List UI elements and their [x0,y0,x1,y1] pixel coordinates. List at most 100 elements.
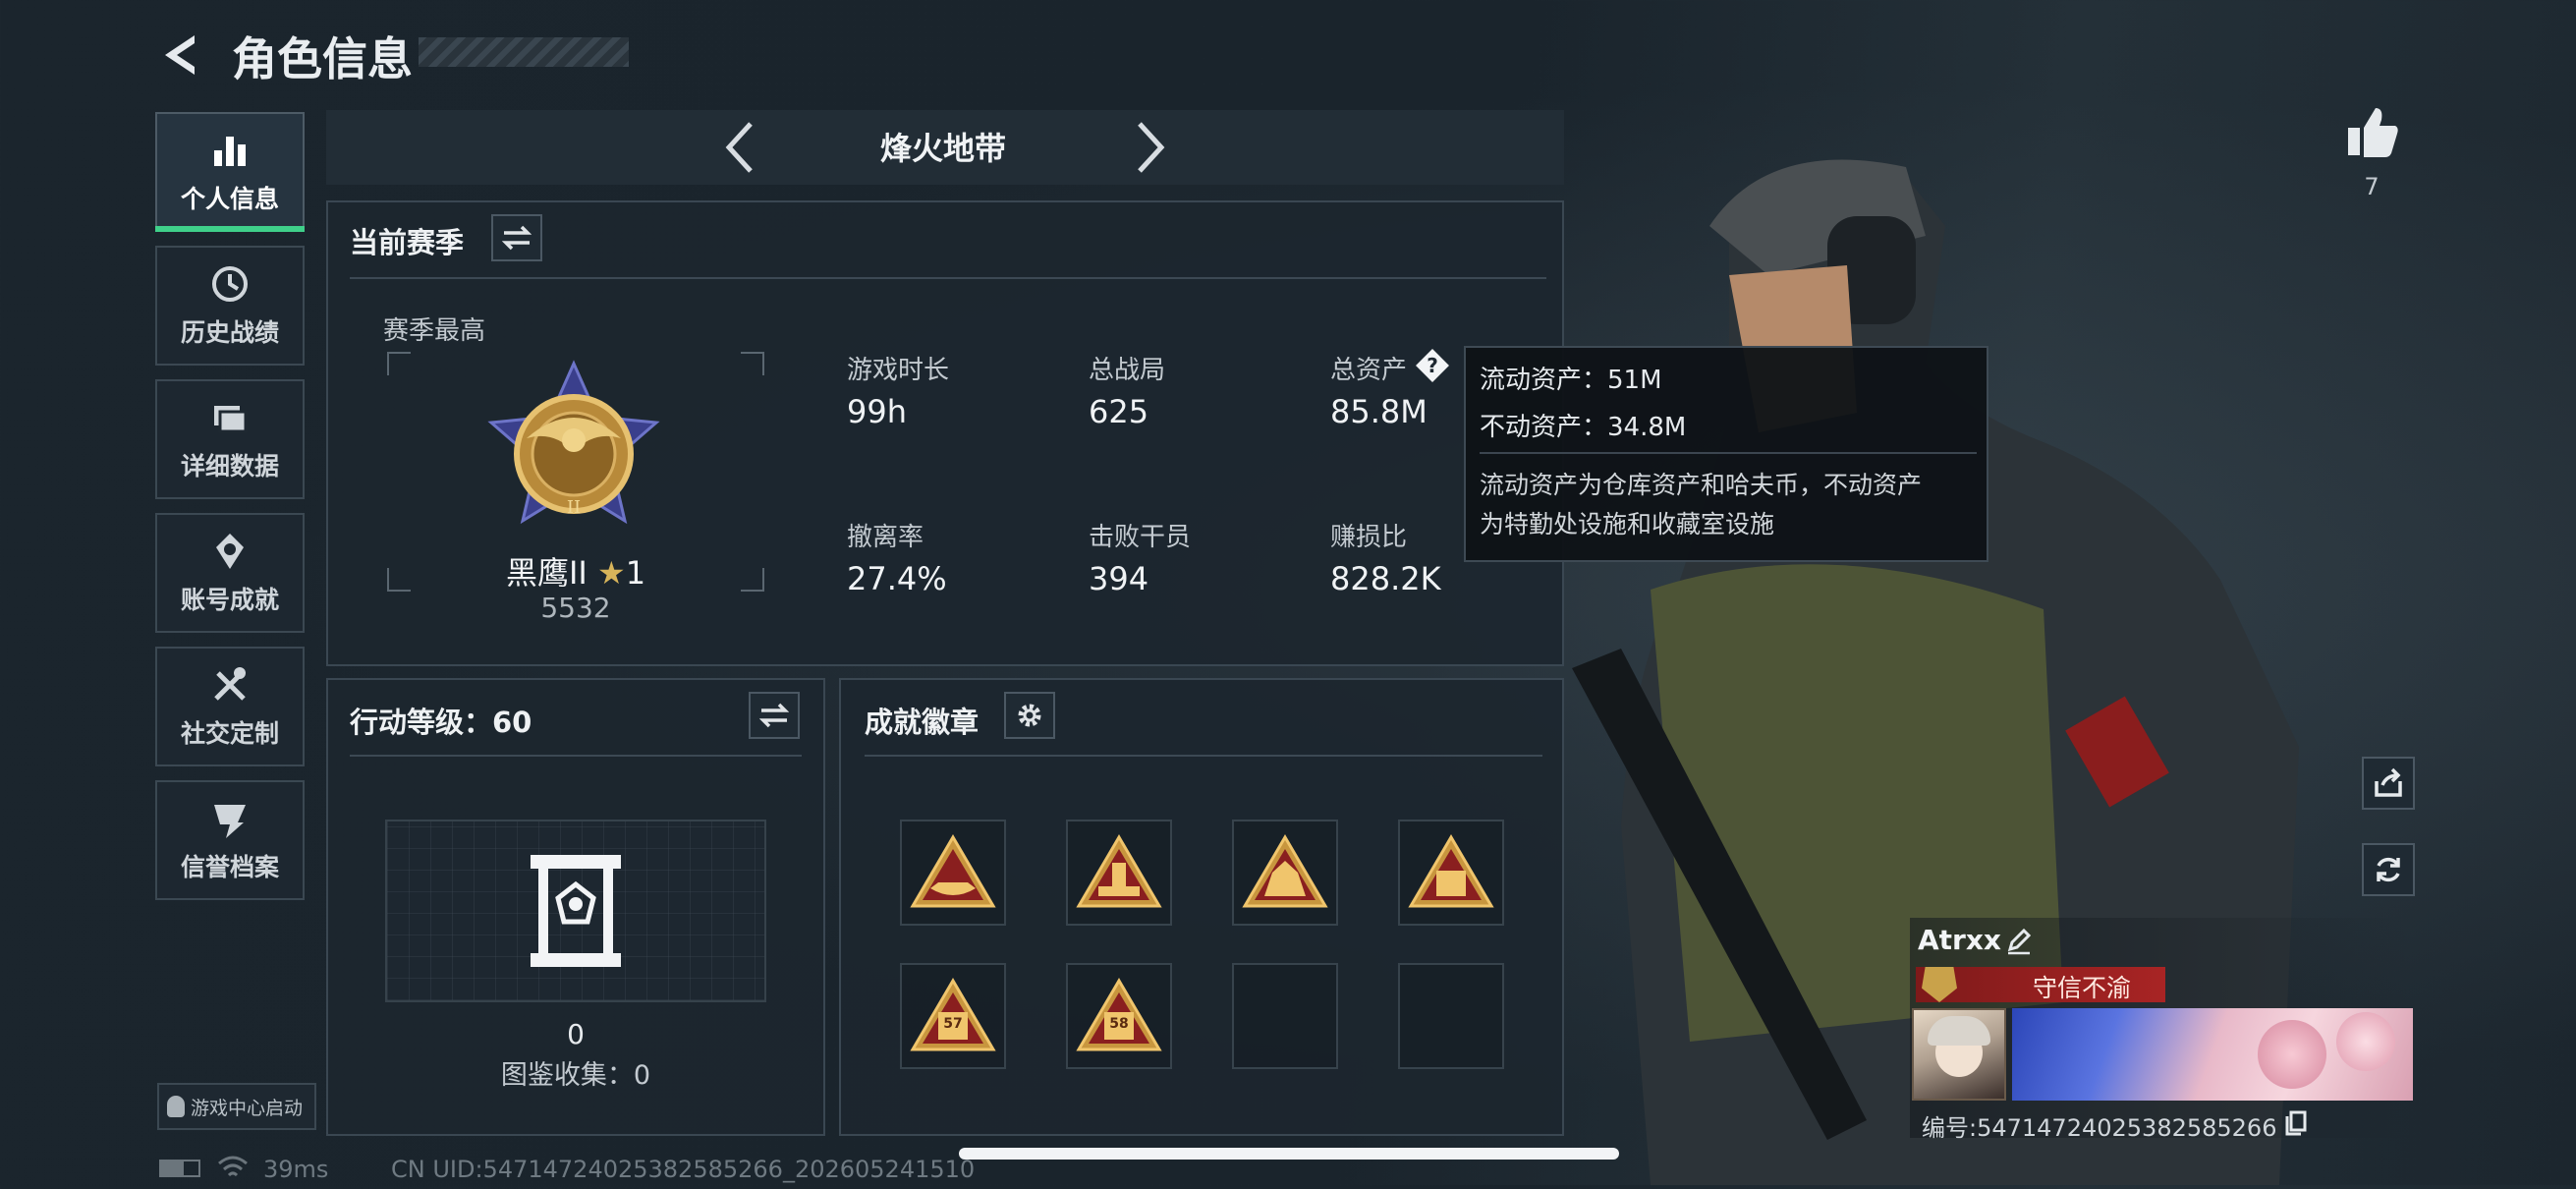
active-indicator [155,226,305,232]
achievement-icon [216,534,244,569]
asset-help-button[interactable]: ? [1415,348,1450,383]
stat-label: 总战局 [1089,356,1166,385]
sidebar-item-social[interactable]: 社交定制 [155,647,305,766]
badge-slot-empty[interactable] [1232,963,1338,1069]
badge-number: 57 [943,1016,963,1032]
copy-icon [2285,1110,2307,1136]
stat-value: 27.4% [847,560,947,597]
sidebar-item-label: 账号成就 [180,586,279,614]
page-title: 角色信息 [232,32,413,85]
player-uid: 编号:54714724025382585266 [1922,1114,2277,1142]
prev-mode-button[interactable] [717,116,764,179]
banner-flower [2258,1020,2326,1089]
badge-boat-icon [910,834,996,908]
tooltip-desc: 流动资产为仓库资产和哈夫币，不动资产 [1480,471,1923,499]
player-name: Atrxx [1918,924,2001,956]
avatar-hair [1928,1016,1990,1046]
like-button[interactable] [2342,102,2401,161]
mode-label: 烽火地带 [879,130,1006,167]
badge-slot[interactable] [1398,820,1504,926]
refresh-button[interactable] [2362,843,2415,896]
sidebar-item-details[interactable]: 详细数据 [155,379,305,499]
divider [350,755,802,757]
question-icon: ? [1416,349,1449,382]
rank-points: 5532 [540,592,611,624]
share-button[interactable] [2362,757,2415,810]
tools-icon [214,667,246,701]
rank-stars: 1 [625,554,646,592]
sidebar-item-profile[interactable]: 个人信息 [155,112,305,232]
back-arrow-icon [165,35,195,75]
player-title-text: 守信不渝 [2032,974,2131,1002]
season-best-label: 赛季最高 [383,316,486,346]
rank-name-row: 黑鹰II ★1 [385,548,766,594]
sidebar-item-label: 社交定制 [180,719,279,748]
badge-slot[interactable] [900,820,1006,926]
badge-slot[interactable] [1066,820,1172,926]
cn-uid-text: CN UID:54714724025382585266_202605241510 [391,1156,976,1183]
action-level-title: 行动等级：60 [350,706,532,739]
collection-display[interactable] [385,820,766,1002]
sidebar-item-reputation[interactable]: 信誉档案 [155,780,305,900]
badge-slot-empty[interactable] [1398,963,1504,1069]
player-banner[interactable] [2012,1008,2413,1101]
copy-uid-button[interactable] [2281,1108,2309,1136]
stat-label: 撤离率 [847,523,924,552]
sidebar-item-history[interactable]: 历史战绩 [155,246,305,366]
season-switch-button[interactable] [491,214,542,261]
stat-label: 赚损比 [1330,523,1408,552]
edit-name-button[interactable] [2004,926,2034,955]
home-indicator[interactable] [959,1148,1619,1160]
collection-label: 图鉴收集：0 [500,1060,651,1091]
collection-count: 0 [567,1018,585,1050]
sidebar-item-achievements[interactable]: 账号成就 [155,513,305,633]
title-stripe-decor [419,37,629,67]
rank-emblem: II [476,358,672,550]
badges-title: 成就徽章 [865,706,980,739]
back-button[interactable] [153,28,208,83]
stat-value: 828.2K [1330,560,1441,597]
divider [1480,452,1977,454]
next-mode-button[interactable] [1126,116,1173,179]
history-icon [212,266,248,302]
stat-label: 游戏时长 [847,356,950,385]
stat-value: 394 [1089,560,1149,597]
tooltip-desc: 为特勤处设施和收藏室设施 [1480,510,1775,538]
sidebar-item-label: 历史战绩 [180,318,279,347]
badge-slot[interactable]: 58 [1066,963,1172,1069]
battery-fill [161,1161,184,1175]
chevron-left-icon [725,122,753,173]
star-icon: ★ [597,554,626,592]
launch-label: 游戏中心启动 [191,1097,304,1119]
badge-number: 58 [1109,1016,1129,1032]
tooltip-fixed: 不动资产：34.8M [1480,413,1687,442]
refresh-icon [2377,857,2400,882]
rank-name: 黑鹰II [505,554,588,592]
reputation-icon [214,805,246,838]
game-center-launch[interactable]: 游戏中心启动 [157,1083,316,1130]
divider [865,755,1542,757]
swap-icon [759,703,789,728]
stat-value: 625 [1089,393,1149,430]
folders-icon [214,406,248,433]
action-level-switch-button[interactable] [749,692,800,739]
pencil-icon [2007,928,2032,955]
badges-settings-button[interactable] [1004,692,1055,739]
stat-label: 击败干员 [1089,523,1192,552]
stat-value: 85.8M [1330,393,1428,430]
badge-crate-icon [1408,834,1494,908]
badge-building-icon [1242,834,1328,908]
launch-icon [167,1096,185,1117]
gear-icon [1018,704,1041,727]
share-icon [2375,767,2402,797]
like-count: 7 [2364,173,2380,200]
stat-value: 99h [847,393,907,430]
badge-tower-icon [1076,834,1162,908]
tooltip-liquid: 流动资产：51M [1480,366,1662,395]
svg-text:II: II [567,497,581,518]
badge-slot[interactable] [1232,820,1338,926]
player-avatar[interactable] [1912,1008,2006,1101]
badge-slot[interactable]: 57 [900,963,1006,1069]
svg-text:?: ? [1427,354,1438,377]
sidebar-item-label: 个人信息 [180,185,279,213]
